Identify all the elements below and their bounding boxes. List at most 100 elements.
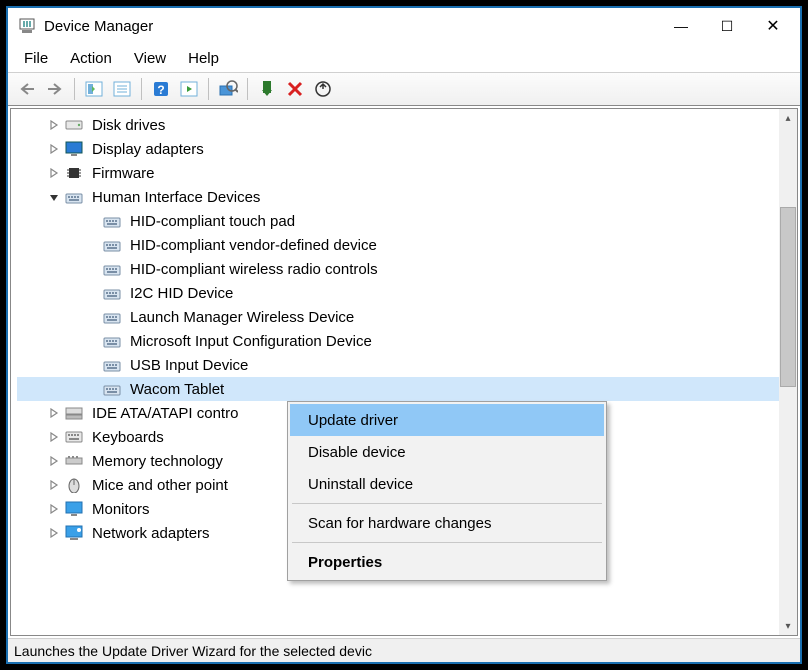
expander-icon[interactable] (45, 524, 63, 542)
scan-hardware-button[interactable] (215, 76, 241, 102)
tree-item[interactable]: Human Interface Devices (17, 185, 779, 209)
tree-item-label: Microsoft Input Configuration Device (127, 332, 375, 351)
hid-icon (103, 380, 121, 398)
maximize-button[interactable]: ☐ (704, 8, 750, 44)
monitor-icon (65, 500, 83, 518)
network-icon (65, 524, 83, 542)
show-hide-tree-button[interactable] (81, 76, 107, 102)
tree-item-label: HID-compliant wireless radio controls (127, 260, 381, 279)
scroll-track[interactable] (779, 127, 797, 617)
toolbar-separator (74, 78, 75, 100)
menu-help[interactable]: Help (178, 46, 229, 71)
tree-item[interactable]: HID-compliant vendor-defined device (17, 233, 779, 257)
tree-item[interactable]: I2C HID Device (17, 281, 779, 305)
context-menu-separator (292, 503, 602, 504)
toolbar-separator (208, 78, 209, 100)
window: Device Manager — ☐ ✕ File Action View He… (6, 6, 802, 664)
ide-icon (65, 404, 83, 422)
context-menu-item[interactable]: Update driver (290, 404, 604, 436)
close-button[interactable]: ✕ (750, 8, 796, 44)
expander-icon[interactable] (45, 428, 63, 446)
context-menu-item[interactable]: Scan for hardware changes (290, 507, 604, 539)
tree-item[interactable]: Firmware (17, 161, 779, 185)
expander-icon[interactable] (45, 188, 63, 206)
tree-item-label: USB Input Device (127, 356, 251, 375)
properties-button[interactable] (109, 76, 135, 102)
tree-item-label: Launch Manager Wireless Device (127, 308, 357, 327)
expander-spacer (83, 380, 101, 398)
firmware-icon (65, 164, 83, 182)
tree-item[interactable]: Launch Manager Wireless Device (17, 305, 779, 329)
context-menu-item[interactable]: Uninstall device (290, 468, 604, 500)
tree-item[interactable]: Disk drives (17, 113, 779, 137)
tree-item[interactable]: Display adapters (17, 137, 779, 161)
enable-button[interactable] (254, 76, 280, 102)
expander-icon[interactable] (45, 140, 63, 158)
hid-icon (103, 308, 121, 326)
expander-icon[interactable] (45, 116, 63, 134)
toolbar-separator (141, 78, 142, 100)
expander-spacer (83, 356, 101, 374)
context-menu: Update driverDisable deviceUninstall dev… (287, 401, 607, 581)
disk-icon (65, 116, 83, 134)
uninstall-button[interactable] (282, 76, 308, 102)
tree-item-label: Wacom Tablet (127, 380, 227, 399)
expander-icon[interactable] (45, 164, 63, 182)
tree-item[interactable]: USB Input Device (17, 353, 779, 377)
vertical-scrollbar[interactable]: ▴ ▾ (779, 109, 797, 635)
help-button[interactable]: ? (148, 76, 174, 102)
expander-icon[interactable] (45, 500, 63, 518)
toolbar: ? (8, 72, 800, 106)
tree-item-label: IDE ATA/ATAPI contro (89, 404, 241, 423)
tree-item-label: HID-compliant vendor-defined device (127, 236, 380, 255)
hid-icon (103, 236, 121, 254)
expander-icon[interactable] (45, 476, 63, 494)
window-title: Device Manager (44, 18, 658, 35)
minimize-button[interactable]: — (658, 8, 704, 44)
menu-action[interactable]: Action (60, 46, 122, 71)
context-menu-separator (292, 542, 602, 543)
tree-item[interactable]: HID-compliant wireless radio controls (17, 257, 779, 281)
titlebar[interactable]: Device Manager — ☐ ✕ (8, 8, 800, 44)
scroll-thumb[interactable] (780, 207, 796, 387)
back-button[interactable] (14, 76, 40, 102)
memory-icon (65, 452, 83, 470)
tree-item[interactable]: Microsoft Input Configuration Device (17, 329, 779, 353)
scroll-down-button[interactable]: ▾ (779, 617, 797, 635)
expander-spacer (83, 212, 101, 230)
toolbar-separator (247, 78, 248, 100)
context-menu-item[interactable]: Disable device (290, 436, 604, 468)
expander-icon[interactable] (45, 404, 63, 422)
tree-item-label: Disk drives (89, 116, 168, 135)
update-driver-button[interactable] (310, 76, 336, 102)
context-menu-item[interactable]: Properties (290, 546, 604, 578)
action-button[interactable] (176, 76, 202, 102)
expander-icon[interactable] (45, 452, 63, 470)
tree-item-label: HID-compliant touch pad (127, 212, 298, 231)
scroll-up-button[interactable]: ▴ (779, 109, 797, 127)
tree-item-label: Human Interface Devices (89, 188, 263, 207)
expander-spacer (83, 332, 101, 350)
tree-item-label: Monitors (89, 500, 153, 519)
menu-file[interactable]: File (14, 46, 58, 71)
content-area: Disk drives Display adapters Firmware Human… (10, 108, 798, 636)
hid-icon (103, 332, 121, 350)
expander-spacer (83, 284, 101, 302)
tree-item-label: Display adapters (89, 140, 207, 159)
forward-button[interactable] (42, 76, 68, 102)
tree-item-label: Keyboards (89, 428, 167, 447)
tree-item-label: Memory technology (89, 452, 226, 471)
hid-icon (103, 260, 121, 278)
expander-spacer (83, 260, 101, 278)
app-icon (18, 17, 36, 35)
tree-item-label: I2C HID Device (127, 284, 236, 303)
svg-text:?: ? (157, 83, 164, 97)
menubar: File Action View Help (8, 44, 800, 72)
tree-item[interactable]: HID-compliant touch pad (17, 209, 779, 233)
window-controls: — ☐ ✕ (658, 8, 796, 44)
tree-item[interactable]: Wacom Tablet (17, 377, 779, 401)
hid-icon (65, 188, 83, 206)
menu-view[interactable]: View (124, 46, 176, 71)
display-icon (65, 140, 83, 158)
tree-item-label: Mice and other point (89, 476, 231, 495)
